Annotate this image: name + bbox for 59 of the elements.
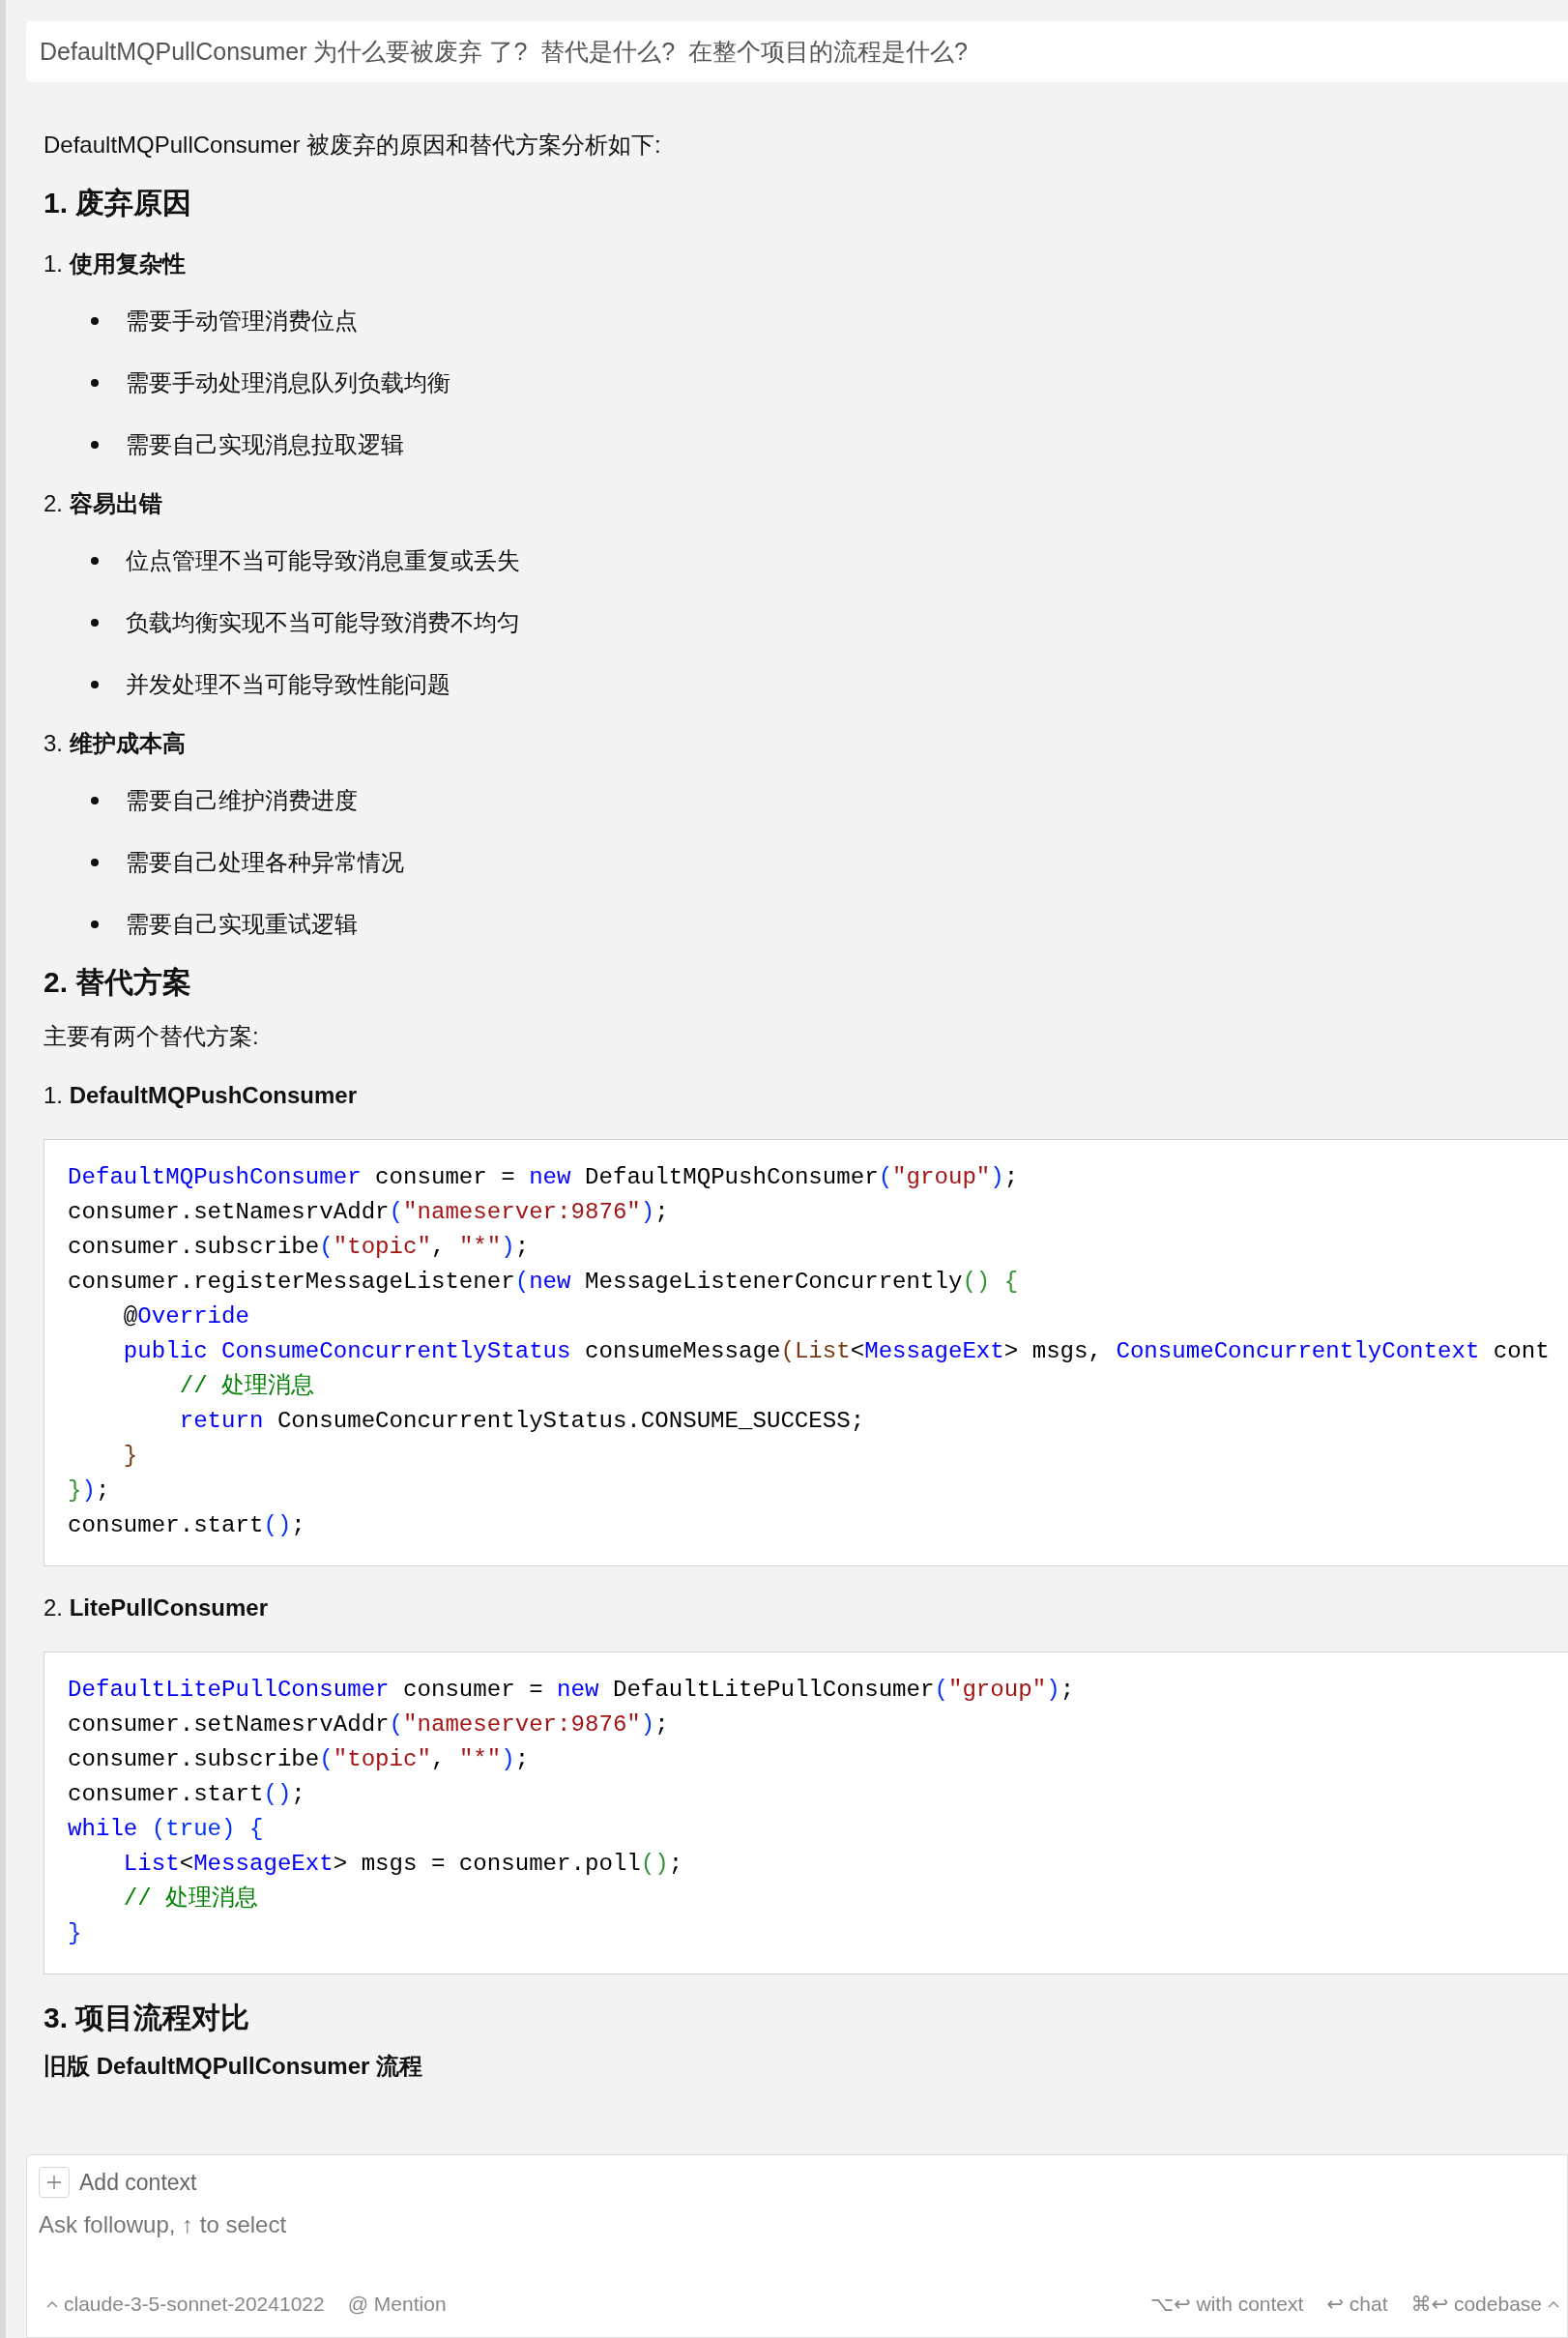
code-line: public ConsumeConcurrentlyStatus consumeMessage(List<MessageExt> msgs, ConsumeConcurrentlyContext cont [122, 1337, 1551, 1366]
list-item: 需要手动处理消息队列负载均衡 [126, 368, 450, 397]
bullet-icon [91, 619, 99, 627]
shortcut-button[interactable]: ⌘↩ codebase [1410, 2293, 1559, 2316]
section-heading: 3. 项目流程对比 [44, 2001, 251, 2035]
shortcut-button[interactable]: ↩ chat [1326, 2293, 1388, 2316]
code-line: // 处理消息 [122, 1885, 260, 1914]
list-heading: 2. LitePullConsumer [44, 1593, 270, 1622]
shortcut-button[interactable]: ⌥↩ with context [1149, 2293, 1304, 2316]
list-item: 需要手动管理消费位点 [126, 307, 358, 336]
bullet-icon [91, 317, 99, 325]
bullet-icon [91, 441, 99, 449]
code-line: } [122, 1442, 139, 1471]
chevron-up-icon [46, 2300, 58, 2308]
code-line: consumer.setNamesrvAddr("nameserver:9876"); [68, 1710, 670, 1739]
code-line: consumer.registerMessageListener(new MessageListenerConcurrently() { [68, 1268, 1020, 1297]
code-line: consumer.start(); [68, 1780, 306, 1809]
list-heading: 1. 使用复杂性 [44, 249, 187, 278]
bullet-icon [91, 379, 99, 387]
code-line: DefaultMQPushConsumer consumer = new DefaultMQPushConsumer("group"); [68, 1163, 1020, 1192]
model-selector[interactable]: claude-3-5-sonnet-20241022 [46, 2293, 325, 2316]
plus-icon [46, 2175, 62, 2190]
bullet-icon [91, 797, 99, 804]
list-heading: 2. 容易出错 [44, 489, 163, 518]
list-item: 需要自己维护消费进度 [126, 786, 358, 815]
code-line: } [68, 1919, 83, 1948]
code-line: }); [68, 1476, 111, 1505]
paragraph: DefaultMQPullConsumer 被废弃的原因和替代方案分析如下: [44, 131, 662, 160]
list-item: 负载均衡实现不当可能导致消费不均匀 [126, 608, 520, 637]
code-line: consumer.subscribe("topic", "*"); [68, 1233, 531, 1262]
section-heading: 1. 废弃原因 [44, 186, 193, 220]
code-line: consumer.subscribe("topic", "*"); [68, 1745, 531, 1774]
subheading: 旧版 DefaultMQPullConsumer 流程 [44, 2052, 424, 2081]
list-item: 位点管理不当可能导致消息重复或丢失 [126, 546, 520, 575]
code-line: consumer.setNamesrvAddr("nameserver:9876"); [68, 1198, 670, 1227]
section-heading: 2. 替代方案 [44, 965, 193, 1000]
paragraph: 主要有两个替代方案: [44, 1022, 260, 1051]
bullet-icon [91, 921, 99, 928]
question-text: DefaultMQPullConsumer 为什么要被废弃 了? 替代是什么? 在整个项目的流程是什么? [40, 37, 968, 67]
bullet-icon [91, 859, 99, 866]
list-item: 需要自己实现重试逻辑 [126, 910, 358, 939]
list-item: 并发处理不当可能导致性能问题 [126, 670, 450, 699]
code-line: // 处理消息 [178, 1372, 316, 1401]
mention-button[interactable]: @ Mention [347, 2293, 447, 2316]
add-context-link[interactable]: Add context [79, 2169, 197, 2196]
list-heading: 3. 维护成本高 [44, 729, 187, 758]
add-context-button[interactable] [39, 2167, 70, 2198]
code-line: DefaultLitePullConsumer consumer = new DefaultLitePullConsumer("group"); [68, 1676, 1076, 1705]
code-line: while (true) { [68, 1815, 265, 1844]
bullet-icon [91, 681, 99, 688]
list-item: 需要自己实现消息拉取逻辑 [126, 430, 404, 459]
bullet-icon [91, 557, 99, 565]
list-item: 需要自己处理各种异常情况 [126, 848, 404, 877]
list-heading: 1. DefaultMQPushConsumer [44, 1081, 359, 1110]
code-line: @Override [122, 1302, 250, 1331]
code-line: List<MessageExt> msgs = consumer.poll(); [122, 1850, 684, 1879]
code-line: consumer.start(); [68, 1511, 306, 1540]
code-line: return ConsumeConcurrentlyStatus.CONSUME_SUCCESS; [178, 1407, 866, 1436]
chevron-up-icon [1548, 2300, 1559, 2308]
